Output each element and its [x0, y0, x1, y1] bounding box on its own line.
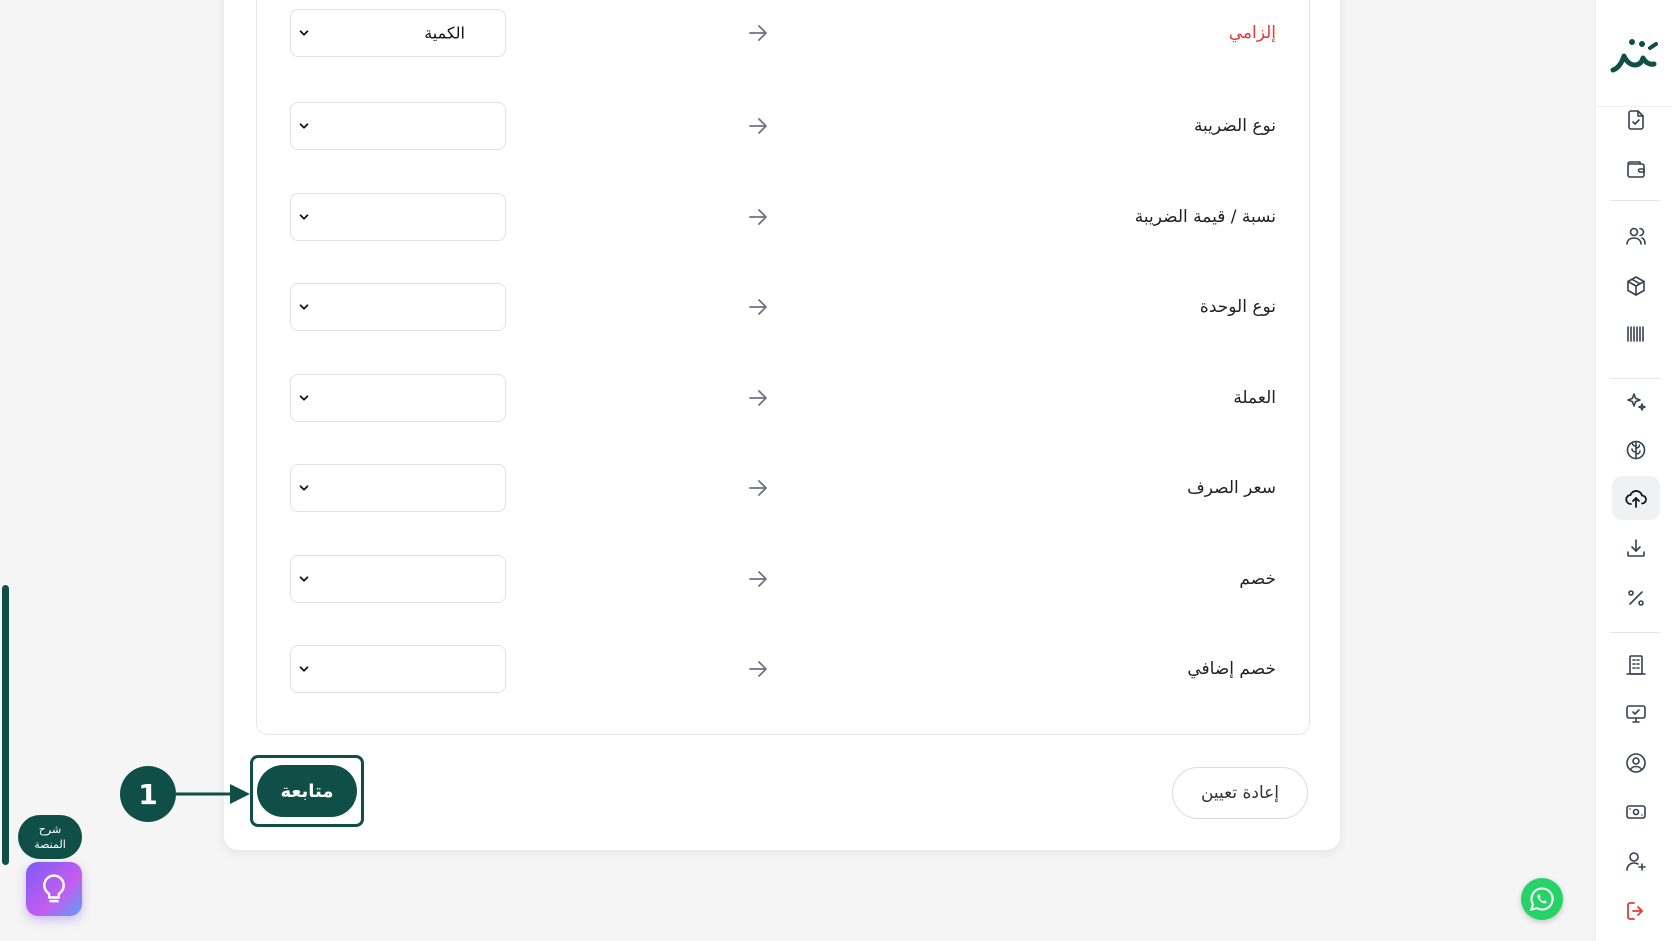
column-select[interactable] — [290, 645, 506, 693]
mapping-row: العملة — [256, 370, 1308, 426]
reset-button[interactable]: إعادة تعيين — [1172, 767, 1308, 819]
sidebar-item-pos[interactable] — [1612, 692, 1660, 736]
column-select[interactable] — [290, 193, 506, 241]
arrow-right-icon — [749, 390, 767, 406]
cloud-upload-icon — [1625, 490, 1647, 508]
platform-guide-label: شرح المنصة — [18, 815, 82, 859]
sidebar-item-add-user[interactable] — [1612, 839, 1660, 883]
column-select[interactable] — [290, 555, 506, 603]
arrow-right-icon — [749, 661, 767, 677]
platform-guide-button[interactable] — [26, 862, 82, 916]
sparkles-icon — [1627, 393, 1646, 411]
sidebar-item-ai[interactable] — [1612, 380, 1660, 424]
column-select[interactable]: الكمية — [290, 9, 506, 57]
chevron-down-icon — [299, 485, 309, 491]
arrow-right-icon — [749, 299, 767, 315]
barcode-icon — [1627, 326, 1644, 342]
sidebar-item-intelligence[interactable] — [1612, 428, 1660, 472]
mapping-row-label: نوع الضريبة — [1193, 116, 1276, 136]
sidebar-item-wallet[interactable] — [1612, 148, 1660, 192]
column-select[interactable] — [290, 464, 506, 512]
sidebar-item-logout[interactable] — [1612, 889, 1660, 933]
sidebar-item-account[interactable] — [1612, 741, 1660, 785]
cash-icon — [1626, 805, 1646, 819]
package-box-icon — [1627, 276, 1645, 296]
mapping-row-label: نوع الوحدة — [1199, 297, 1276, 317]
mapping-row: خصم إضافي — [256, 641, 1308, 697]
chevron-down-icon — [299, 304, 309, 310]
mapping-row: سعر الصرف — [256, 460, 1308, 516]
chevron-down-icon — [299, 123, 309, 129]
mapping-row-label: العملة — [1233, 388, 1276, 408]
continue-button[interactable]: متابعة — [257, 765, 357, 817]
arrow-right-icon — [749, 480, 767, 496]
mapping-row-label: سعر الصرف — [1187, 478, 1276, 498]
sidebar-item-payments[interactable] — [1612, 790, 1660, 834]
brand-logo — [1610, 39, 1658, 73]
arrow-right-icon — [749, 571, 767, 587]
column-select-value: الكمية — [424, 23, 465, 43]
arrow-right-icon — [749, 118, 767, 134]
app-sidebar — [1595, 0, 1672, 941]
column-select[interactable] — [290, 374, 506, 422]
sidebar-divider — [1610, 378, 1660, 379]
column-select[interactable] — [290, 102, 506, 150]
mapping-row: خصم — [256, 551, 1308, 607]
arrow-right-icon — [749, 209, 767, 225]
sidebar-item-company[interactable] — [1612, 643, 1660, 687]
sidebar-item-documents[interactable] — [1612, 98, 1660, 142]
users-icon — [1626, 227, 1646, 245]
mapping-row-label: خصم — [1239, 569, 1276, 589]
column-select[interactable] — [290, 283, 506, 331]
user-plus-icon — [1626, 852, 1646, 871]
logout-icon — [1627, 902, 1643, 920]
sidebar-item-users[interactable] — [1612, 214, 1660, 258]
chevron-down-icon — [299, 666, 309, 672]
building-icon — [1626, 655, 1646, 675]
whatsapp-icon — [1530, 887, 1554, 911]
monitor-check-icon — [1626, 705, 1646, 723]
mapping-row: نوع الوحدة — [256, 279, 1308, 335]
lightbulb-icon — [43, 874, 65, 903]
sidebar-divider — [1610, 200, 1660, 201]
chevron-down-icon — [299, 214, 309, 220]
arrow-right-icon — [749, 25, 767, 41]
tutorial-step-marker: 1 — [120, 766, 176, 822]
whatsapp-chat-button[interactable] — [1521, 878, 1563, 920]
sidebar-item-barcodes[interactable] — [1612, 312, 1660, 356]
sidebar-item-import[interactable] — [1612, 476, 1660, 520]
download-icon — [1627, 539, 1645, 557]
step-arrow-connector — [176, 784, 250, 804]
mapping-row: نوع الضريبة — [256, 98, 1308, 154]
sidebar-divider — [1610, 632, 1660, 633]
sidebar-item-discounts[interactable] — [1612, 576, 1660, 620]
mapping-row-label: إلزامي — [1228, 23, 1276, 43]
wallet-icon — [1627, 161, 1645, 178]
side-tab-handle[interactable] — [2, 585, 9, 865]
sidebar-item-export[interactable] — [1612, 526, 1660, 570]
mapping-row: إلزامي الكمية — [256, 5, 1308, 61]
sidebar-item-products[interactable] — [1612, 264, 1660, 308]
mapping-row: نسبة / قيمة الضريبة — [256, 189, 1308, 245]
mapping-row-label: خصم إضافي — [1187, 659, 1276, 679]
percent-icon — [1628, 590, 1644, 606]
document-check-icon — [1628, 110, 1644, 130]
chevron-down-icon — [299, 30, 309, 36]
user-circle-icon — [1626, 753, 1646, 773]
brain-icon — [1626, 440, 1646, 460]
chevron-down-icon — [299, 576, 309, 582]
mapping-row-label: نسبة / قيمة الضريبة — [1134, 207, 1276, 227]
chevron-down-icon — [299, 395, 309, 401]
